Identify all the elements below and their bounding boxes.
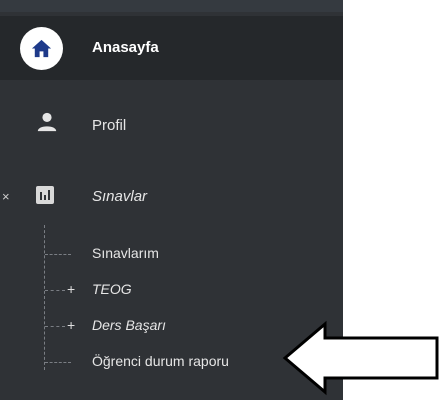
submenu-item-course-success[interactable]: Ders Başarı [92, 317, 166, 333]
close-icon[interactable]: × [2, 189, 10, 204]
home-icon [31, 39, 52, 58]
tree-branch [45, 362, 71, 363]
person-icon [37, 112, 57, 132]
sidebar-top-strip [0, 0, 343, 12]
expand-icon[interactable]: + [67, 281, 75, 297]
tree-connector [44, 225, 45, 370]
sidebar-item-profile[interactable]: Profil [92, 117, 126, 134]
submenu-item-student-status-report[interactable]: Öğrenci durum raporu [92, 353, 229, 369]
left-arrow-icon [282, 320, 439, 396]
home-icon-badge [20, 27, 63, 70]
submenu-item-teog[interactable]: TEOG [92, 281, 132, 297]
tree-branch [45, 254, 71, 255]
tree-branch [45, 290, 65, 291]
submenu-item-my-exams[interactable]: Sınavlarım [92, 245, 159, 261]
sidebar-item-exams[interactable]: Sınavlar [92, 188, 147, 205]
sidebar-item-label[interactable]: Anasayfa [92, 39, 159, 56]
tree-branch [45, 326, 65, 327]
bar-chart-icon [36, 186, 54, 204]
expand-icon[interactable]: + [67, 317, 75, 333]
